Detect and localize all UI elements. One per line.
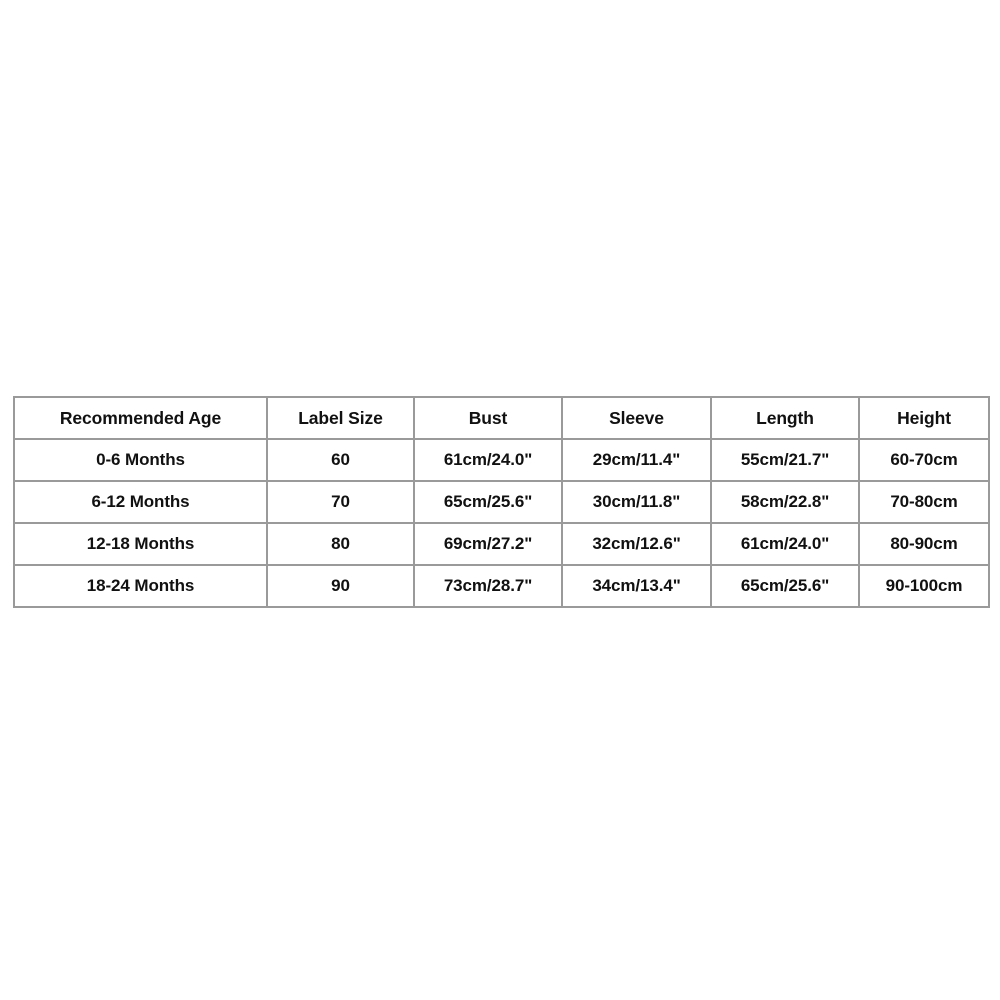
cell-length: 58cm/22.8" [710, 480, 860, 524]
cell-bust: 61cm/24.0" [413, 438, 563, 482]
column-header-bust: Bust [413, 396, 563, 440]
table-row: 18-24 Months 90 73cm/28.7" 34cm/13.4" 65… [13, 564, 990, 608]
cell-sleeve: 29cm/11.4" [561, 438, 712, 482]
cell-bust: 73cm/28.7" [413, 564, 563, 608]
cell-label-size: 70 [266, 480, 415, 524]
cell-length: 55cm/21.7" [710, 438, 860, 482]
column-header-length: Length [710, 396, 860, 440]
table-row: 6-12 Months 70 65cm/25.6" 30cm/11.8" 58c… [13, 480, 990, 524]
table-row: 12-18 Months 80 69cm/27.2" 32cm/12.6" 61… [13, 522, 990, 566]
cell-sleeve: 32cm/12.6" [561, 522, 712, 566]
cell-recommended-age: 18-24 Months [13, 564, 268, 608]
cell-height: 60-70cm [858, 438, 990, 482]
cell-label-size: 80 [266, 522, 415, 566]
column-header-sleeve: Sleeve [561, 396, 712, 440]
column-header-height: Height [858, 396, 990, 440]
cell-label-size: 60 [266, 438, 415, 482]
cell-height: 70-80cm [858, 480, 990, 524]
cell-recommended-age: 0-6 Months [13, 438, 268, 482]
column-header-label-size: Label Size [266, 396, 415, 440]
cell-recommended-age: 6-12 Months [13, 480, 268, 524]
size-chart-container: Recommended Age Label Size Bust Sleeve L… [13, 396, 990, 608]
cell-label-size: 90 [266, 564, 415, 608]
cell-recommended-age: 12-18 Months [13, 522, 268, 566]
cell-bust: 69cm/27.2" [413, 522, 563, 566]
cell-height: 90-100cm [858, 564, 990, 608]
cell-length: 65cm/25.6" [710, 564, 860, 608]
table-header-row: Recommended Age Label Size Bust Sleeve L… [13, 396, 990, 440]
column-header-recommended-age: Recommended Age [13, 396, 268, 440]
cell-sleeve: 34cm/13.4" [561, 564, 712, 608]
cell-length: 61cm/24.0" [710, 522, 860, 566]
size-chart-table: Recommended Age Label Size Bust Sleeve L… [13, 396, 990, 608]
cell-bust: 65cm/25.6" [413, 480, 563, 524]
cell-height: 80-90cm [858, 522, 990, 566]
cell-sleeve: 30cm/11.8" [561, 480, 712, 524]
table-row: 0-6 Months 60 61cm/24.0" 29cm/11.4" 55cm… [13, 438, 990, 482]
